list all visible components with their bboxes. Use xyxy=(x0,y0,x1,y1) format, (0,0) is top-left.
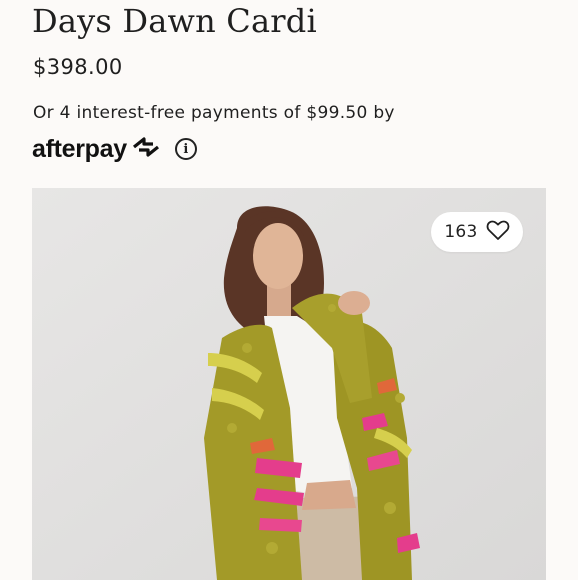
product-title: Days Dawn Cardi xyxy=(32,2,317,40)
like-count: 163 xyxy=(444,222,478,242)
afterpay-arrows-icon xyxy=(131,135,161,163)
like-button[interactable]: 163 xyxy=(431,212,523,252)
heart-icon xyxy=(486,220,510,245)
product-price: $398.00 xyxy=(33,55,123,79)
afterpay-logo[interactable]: afterpay xyxy=(32,135,161,164)
info-icon[interactable]: i xyxy=(174,138,197,160)
afterpay-wordmark: afterpay xyxy=(32,134,127,163)
afterpay-row: afterpay i xyxy=(32,132,197,166)
installment-text: Or 4 interest-free payments of $99.50 by xyxy=(33,103,395,123)
